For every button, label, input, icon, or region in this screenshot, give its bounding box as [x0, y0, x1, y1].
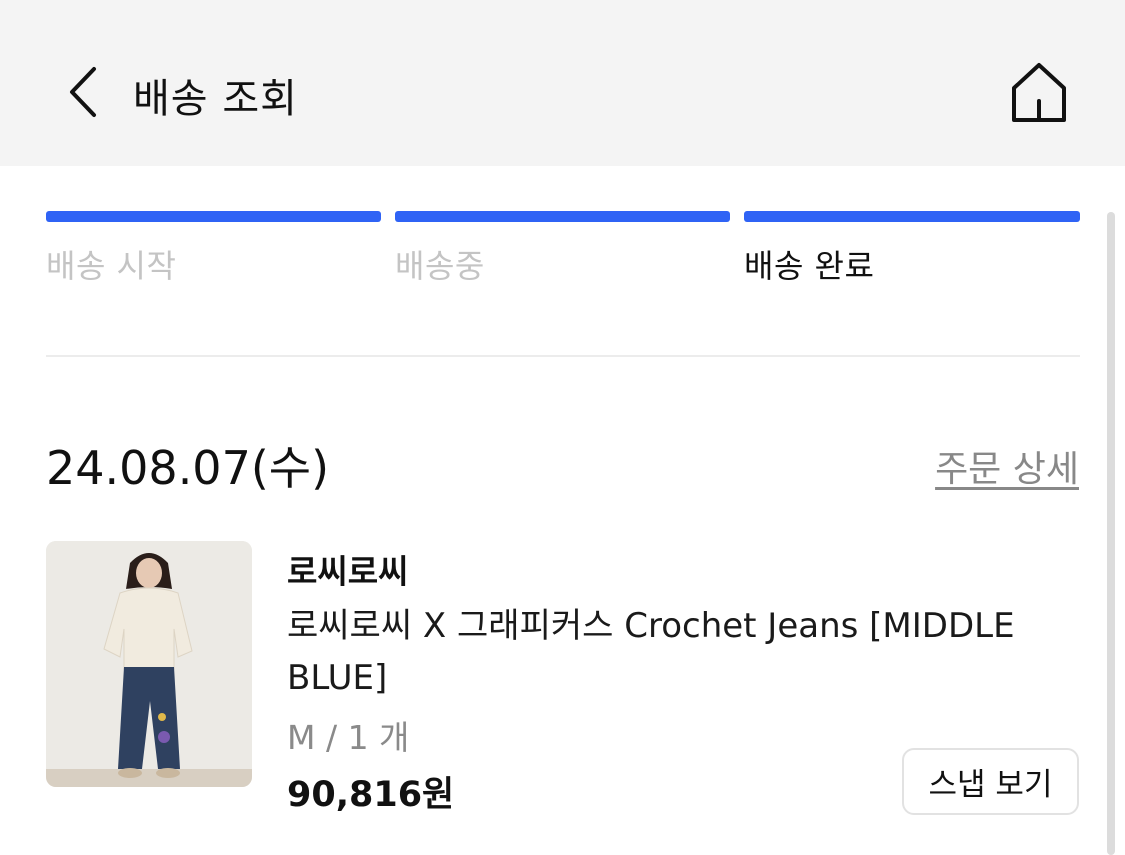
order-detail-link[interactable]: 주문 상세 — [935, 440, 1079, 492]
scrollbar[interactable] — [1107, 212, 1115, 855]
progress-bar-segment — [744, 211, 1080, 222]
product-name[interactable]: 로씨로씨 X 그래피커스 Crochet Jeans [MIDDLE BLUE] — [287, 600, 1047, 704]
chevron-left-icon — [70, 67, 96, 117]
progress-step-label: 배송 시작 — [46, 247, 177, 285]
order-date: 24.08.07(수) — [46, 441, 330, 495]
progress-step-in-transit: 배송중 — [395, 211, 730, 287]
product-image[interactable] — [46, 541, 252, 787]
home-icon — [1012, 63, 1066, 122]
page-title: 배송 조회 — [133, 76, 298, 122]
top-app-bar: 배송 조회 — [0, 0, 1125, 166]
product-photo — [46, 541, 252, 787]
brand-name: 로씨로씨 — [287, 552, 409, 591]
home-button[interactable] — [1006, 58, 1072, 126]
view-snap-button[interactable]: 스냅 보기 — [902, 748, 1079, 815]
section-divider — [46, 355, 1080, 357]
product-price: 90,816원 — [287, 775, 455, 815]
delivery-progress: 배송 시작 배송중 배송 완료 — [46, 211, 1080, 285]
product-option: M / 1 개 — [287, 718, 410, 757]
back-button[interactable] — [58, 64, 108, 120]
progress-bar-segment — [46, 211, 381, 222]
progress-bar-segment — [395, 211, 730, 222]
progress-step-label: 배송중 — [395, 247, 485, 285]
progress-step-label: 배송 완료 — [744, 247, 875, 285]
progress-step-delivered: 배송 완료 — [744, 211, 1080, 287]
progress-step-start: 배송 시작 — [46, 211, 381, 287]
